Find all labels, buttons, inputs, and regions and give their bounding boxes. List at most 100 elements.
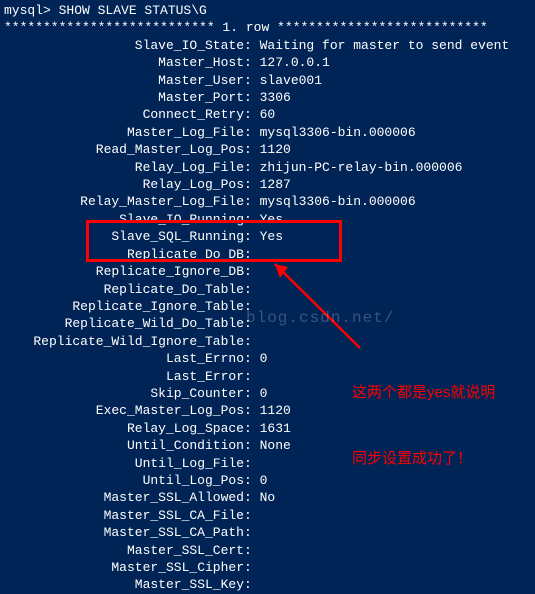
status-row: Relay_Log_Pos: 1287 [4,176,531,193]
status-value: 0 [260,350,268,367]
status-row: Slave_SQL_Running: Yes [4,228,531,245]
status-row: Master_SSL_CA_File: [4,507,531,524]
status-row: Relay_Master_Log_File: mysql3306-bin.000… [4,193,531,210]
separator: : [244,437,260,454]
status-key: Master_SSL_CA_File [4,507,244,524]
separator: : [244,141,260,158]
separator: : [244,246,260,263]
separator: : [244,281,260,298]
separator: : [244,420,260,437]
status-row: Master_Port: 3306 [4,89,531,106]
separator: : [244,298,260,315]
status-key: Master_Port [4,89,244,106]
annotation-text: 这两个都是yes就说明 同步设置成功了！ [352,338,495,492]
status-key: Master_Host [4,54,244,71]
status-row: Master_Log_File: mysql3306-bin.000006 [4,124,531,141]
status-row: Master_Host: 127.0.0.1 [4,54,531,71]
status-row: Master_User: slave001 [4,72,531,89]
separator: : [244,106,260,123]
status-fields: Slave_IO_State: Waiting for master to se… [4,37,531,594]
status-value: 0 [260,385,268,402]
status-value: mysql3306-bin.000006 [260,193,416,210]
separator: : [244,211,260,228]
status-row: Slave_IO_State: Waiting for master to se… [4,37,531,54]
separator: : [244,37,260,54]
status-row: Replicate_Ignore_DB: [4,263,531,280]
status-key: Last_Error [4,368,244,385]
status-key: Until_Log_File [4,455,244,472]
status-value: Yes [260,228,283,245]
status-value: Yes [260,211,283,228]
separator: : [244,263,260,280]
status-key: Last_Errno [4,350,244,367]
separator: : [244,176,260,193]
separator: : [244,455,260,472]
separator: : [244,72,260,89]
status-key: Relay_Log_Space [4,420,244,437]
status-row: Master_SSL_Key: [4,576,531,593]
status-key: Master_SSL_Key [4,576,244,593]
status-row: Replicate_Wild_Do_Table: [4,315,531,332]
status-value: 60 [260,106,276,123]
separator: : [244,576,260,593]
separator: : [244,228,260,245]
status-key: Master_User [4,72,244,89]
status-key: Read_Master_Log_Pos [4,141,244,158]
status-key: Replicate_Ignore_DB [4,263,244,280]
separator: : [244,542,260,559]
status-key: Slave_SQL_Running [4,228,244,245]
row-header: *************************** 1. row *****… [4,19,531,36]
separator: : [244,350,260,367]
status-key: Master_SSL_Cert [4,542,244,559]
annotation-line2: 同步设置成功了！ [352,448,495,470]
status-value: zhijun-PC-relay-bin.000006 [260,159,463,176]
separator: : [244,54,260,71]
separator: : [244,489,260,506]
status-row: Read_Master_Log_Pos: 1120 [4,141,531,158]
separator: : [244,524,260,541]
status-value: 3306 [260,89,291,106]
status-row: Replicate_Do_DB: [4,246,531,263]
status-key: Until_Log_Pos [4,472,244,489]
separator: : [244,402,260,419]
status-key: Relay_Log_File [4,159,244,176]
status-row: Master_SSL_CA_Path: [4,524,531,541]
status-key: Master_SSL_Allowed [4,489,244,506]
status-value: 0 [260,472,268,489]
status-row: Master_SSL_Cipher: [4,559,531,576]
status-key: Connect_Retry [4,106,244,123]
status-key: Slave_IO_Running [4,211,244,228]
status-key: Skip_Counter [4,385,244,402]
separator: : [244,368,260,385]
separator: : [244,559,260,576]
status-key: Slave_IO_State [4,37,244,54]
status-key: Replicate_Do_Table [4,281,244,298]
status-key: Replicate_Wild_Ignore_Table [4,333,244,350]
separator: : [244,472,260,489]
status-value: 1631 [260,420,291,437]
status-value: 1120 [260,402,291,419]
status-key: Replicate_Ignore_Table [4,298,244,315]
status-key: Until_Condition [4,437,244,454]
status-value: 127.0.0.1 [260,54,330,71]
status-value: No [260,489,276,506]
status-row: Replicate_Ignore_Table: [4,298,531,315]
separator: : [244,385,260,402]
status-row: Master_SSL_Cert: [4,542,531,559]
status-key: Relay_Log_Pos [4,176,244,193]
status-key: Replicate_Wild_Do_Table [4,315,244,332]
status-value: 1120 [260,141,291,158]
status-key: Exec_Master_Log_Pos [4,402,244,419]
separator: : [244,124,260,141]
status-key: Master_Log_File [4,124,244,141]
separator: : [244,333,260,350]
status-row: Connect_Retry: 60 [4,106,531,123]
status-key: Master_SSL_CA_Path [4,524,244,541]
separator: : [244,315,260,332]
separator: : [244,507,260,524]
status-key: Relay_Master_Log_File [4,193,244,210]
status-value: slave001 [260,72,322,89]
status-value: mysql3306-bin.000006 [260,124,416,141]
status-value: Waiting for master to send event [260,37,510,54]
separator: : [244,159,260,176]
